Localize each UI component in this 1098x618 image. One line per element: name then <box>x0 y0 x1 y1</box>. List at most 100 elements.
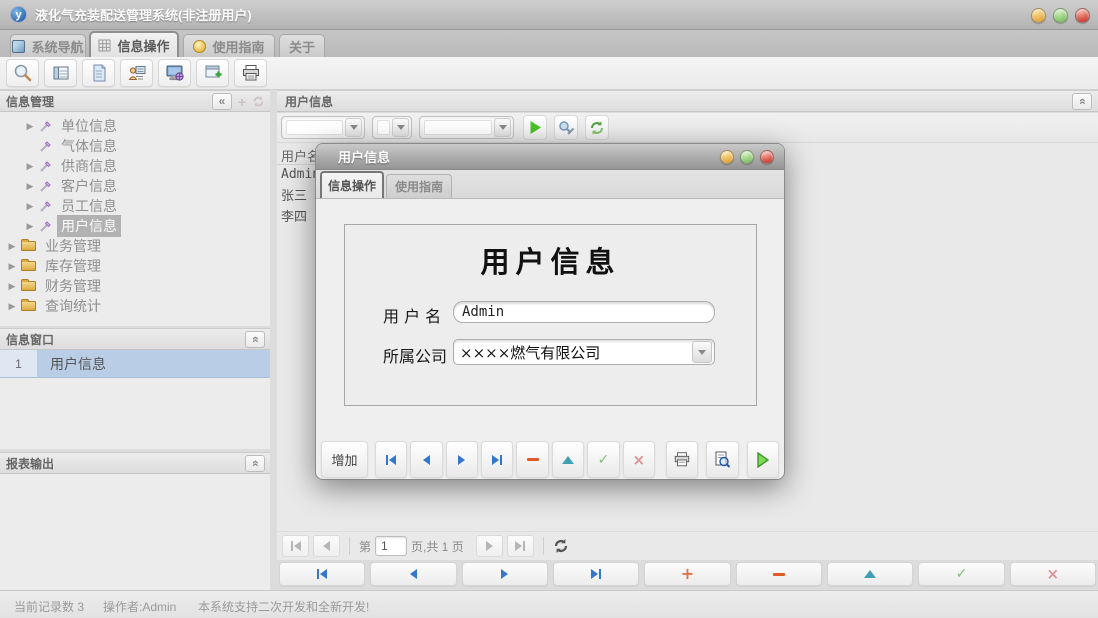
collapse-main-panel-button[interactable]: « <box>1072 93 1092 110</box>
grid-row-lisi[interactable]: 李四 <box>281 207 307 228</box>
tree-item-query-stats[interactable]: ▶ 查询统计 <box>0 296 270 316</box>
dialog-tab-user-guide[interactable]: 使用指南 <box>386 174 452 198</box>
record-prev-button[interactable] <box>370 562 456 586</box>
filter-value-select[interactable] <box>419 116 514 139</box>
collapse-info-window-button[interactable]: « <box>245 331 265 348</box>
dialog-tab-info-operation[interactable]: 信息操作 <box>320 171 384 198</box>
dialog-preview-button[interactable] <box>706 441 738 478</box>
record-edit-button[interactable] <box>827 562 913 586</box>
refresh-grid-icon[interactable] <box>553 538 569 554</box>
username-input[interactable] <box>453 301 715 323</box>
maximize-button[interactable] <box>1053 8 1068 23</box>
tree-item-supplier-info[interactable]: ▶ 供商信息 <box>0 156 270 176</box>
tree-item-business-mgmt[interactable]: ▶ 业务管理 <box>0 236 270 256</box>
dropdown-button[interactable] <box>345 118 362 137</box>
tree-item-employee-info[interactable]: ▶ 员工信息 <box>0 196 270 216</box>
tree-item-label: 业务管理 <box>41 235 105 257</box>
search-button[interactable] <box>6 59 39 87</box>
expand-arrow-icon[interactable]: ▶ <box>24 221 36 232</box>
dialog-maximize-button[interactable] <box>740 150 754 164</box>
expand-arrow-icon[interactable]: ▶ <box>24 161 36 172</box>
print-button[interactable] <box>234 59 267 87</box>
dialog-first-button[interactable] <box>375 441 407 478</box>
grid-row-zhangsan[interactable]: 张三 <box>281 186 307 207</box>
tab-user-guide[interactable]: 使用指南 <box>183 34 275 57</box>
add-record-button[interactable]: 增加 <box>321 441 368 478</box>
document-button[interactable] <box>82 59 115 87</box>
collapse-report-button[interactable]: « <box>245 455 265 472</box>
tree-item-inventory-mgmt[interactable]: ▶ 库存管理 <box>0 256 270 276</box>
dropdown-button[interactable] <box>494 118 511 137</box>
record-next-button[interactable] <box>462 562 548 586</box>
record-last-button[interactable] <box>553 562 639 586</box>
username-label: 用 户 名 <box>383 303 441 327</box>
new-window-button[interactable] <box>196 59 229 87</box>
tree-item-user-info[interactable]: ▶ 用户信息 <box>0 216 270 236</box>
tab-about[interactable]: 关于 <box>279 34 325 57</box>
dialog-delete-button[interactable] <box>516 441 548 478</box>
close-button[interactable] <box>1075 8 1090 23</box>
info-window-row-user-info[interactable]: 1 用户信息 <box>0 350 270 378</box>
dialog-cancel-button[interactable]: × <box>623 441 655 478</box>
collapse-sidebar-button[interactable]: « <box>212 93 232 110</box>
last-page-button[interactable] <box>507 535 534 557</box>
tab-label: 使用指南 <box>395 178 443 195</box>
refresh-data-button[interactable] <box>585 115 609 140</box>
dialog-run-button[interactable] <box>747 441 779 478</box>
prev-page-button[interactable] <box>313 535 340 557</box>
dialog-prev-button[interactable] <box>410 441 442 478</box>
dialog-print-button[interactable] <box>666 441 698 478</box>
user-info-form: 用户信息 用 户 名 所属公司 ××××燃气有限公司 <box>344 224 757 406</box>
dialog-last-button[interactable] <box>481 441 513 478</box>
dropdown-button[interactable] <box>692 341 712 363</box>
first-page-button[interactable] <box>282 535 309 557</box>
page-number-input[interactable] <box>375 536 407 556</box>
filter-field-select[interactable] <box>281 116 365 139</box>
folder-icon <box>21 301 36 311</box>
dialog-edit-button[interactable] <box>552 441 584 478</box>
user-board-icon <box>127 63 147 83</box>
advanced-search-button[interactable] <box>554 115 578 140</box>
expand-arrow-icon[interactable]: ▶ <box>6 281 18 292</box>
tab-info-operation[interactable]: 信息操作 <box>89 31 179 57</box>
dialog-titlebar[interactable]: 用户信息 <box>316 144 784 170</box>
tree-item-label: 库存管理 <box>41 255 105 277</box>
tool-icon <box>39 200 52 213</box>
dialog-confirm-button[interactable]: ✓ <box>587 441 619 478</box>
next-page-button[interactable] <box>476 535 503 557</box>
tree-item-customer-info[interactable]: ▶ 客户信息 <box>0 176 270 196</box>
dialog-next-button[interactable] <box>446 441 478 478</box>
tree-item-gas-info[interactable]: 气体信息 <box>0 136 270 156</box>
tree-item-unit-info[interactable]: ▶ 单位信息 <box>0 116 270 136</box>
record-confirm-button[interactable]: ✓ <box>918 562 1004 586</box>
dialog-close-button[interactable] <box>760 150 774 164</box>
dialog-title: 用户信息 <box>338 147 390 166</box>
expand-arrow-icon[interactable]: ▶ <box>6 241 18 252</box>
user-management-button[interactable] <box>120 59 153 87</box>
minus-icon <box>773 573 785 576</box>
company-select[interactable]: ××××燃气有限公司 <box>453 339 715 365</box>
edit-icon <box>864 570 876 578</box>
tree-item-finance-mgmt[interactable]: ▶ 财务管理 <box>0 276 270 296</box>
record-delete-button[interactable] <box>736 562 822 586</box>
expand-arrow-icon[interactable]: ▶ <box>24 121 36 132</box>
filter-operator-select[interactable] <box>372 116 412 139</box>
dialog-minimize-button[interactable] <box>720 150 734 164</box>
record-count-status: 当前记录数 3 <box>14 598 84 615</box>
play-icon <box>529 120 542 135</box>
dialog-window-controls <box>720 150 774 164</box>
minimize-button[interactable] <box>1031 8 1046 23</box>
tab-system-nav[interactable]: 系统导航 <box>10 34 86 57</box>
expand-arrow-icon[interactable]: ▶ <box>24 181 36 192</box>
remote-view-button[interactable] <box>158 59 191 87</box>
record-cancel-button[interactable]: × <box>1010 562 1096 586</box>
record-add-button[interactable]: + <box>644 562 730 586</box>
execute-filter-button[interactable] <box>523 115 547 140</box>
dropdown-button[interactable] <box>392 118 409 137</box>
expand-arrow-icon[interactable]: ▶ <box>6 301 18 312</box>
window-row-label: 用户信息 <box>38 350 106 377</box>
expand-arrow-icon[interactable]: ▶ <box>6 261 18 272</box>
list-view-button[interactable] <box>44 59 77 87</box>
expand-arrow-icon[interactable]: ▶ <box>24 201 36 212</box>
record-first-button[interactable] <box>279 562 365 586</box>
